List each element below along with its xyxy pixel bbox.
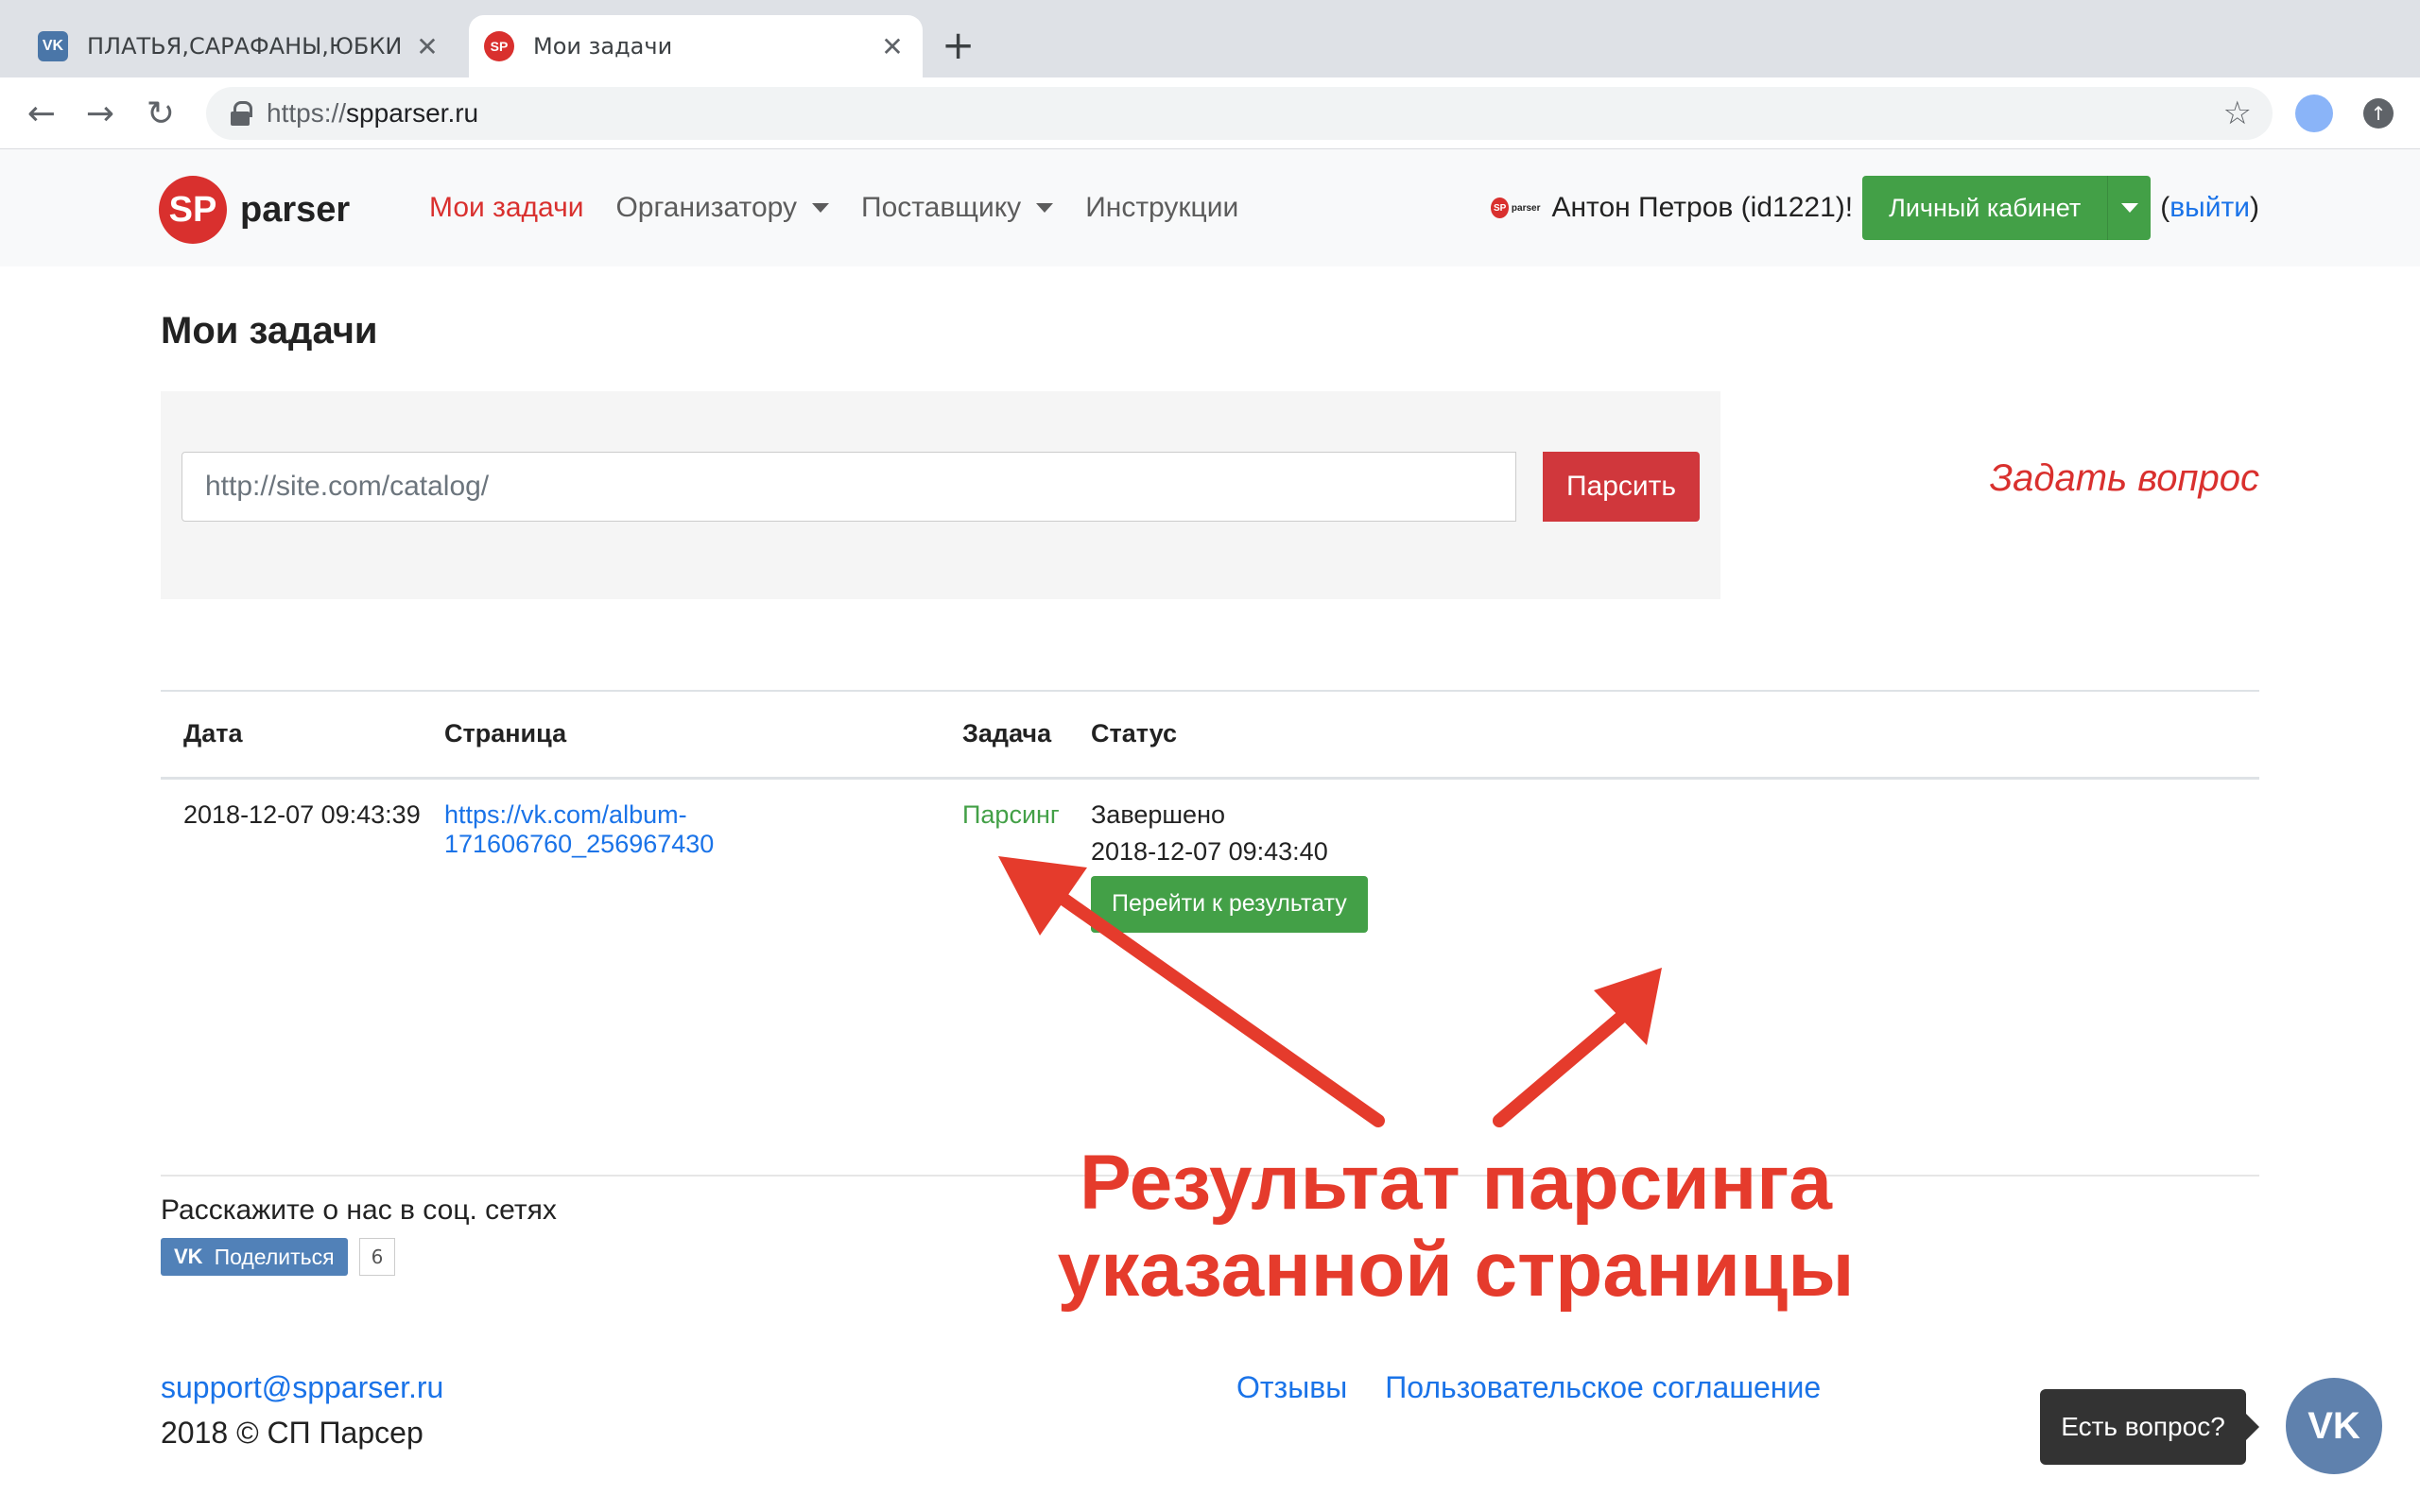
site-logo[interactable]: SP parser: [159, 176, 350, 244]
chevron-down-icon: [812, 203, 829, 213]
task-status-time: 2018-12-07 09:43:40: [1091, 836, 1328, 866]
back-icon[interactable]: ←: [19, 91, 64, 136]
chevron-down-icon: [2120, 203, 2138, 213]
update-icon[interactable]: ↑: [2363, 98, 2394, 129]
cabinet-button-group: Личный кабинет: [1862, 176, 2152, 240]
main-menu: Мои задачи Организатору Поставщику Инстр…: [429, 149, 1238, 266]
logout: (выйти): [2160, 192, 2259, 223]
site-navbar: SP parser Мои задачи Организатору Постав…: [0, 149, 2420, 266]
tasks-table: Дата Страница Задача Статус 2018-12-07 0…: [161, 690, 2259, 1061]
logo-badge: SP: [159, 176, 227, 244]
column-header-page: Страница: [422, 690, 940, 780]
new-tab-icon[interactable]: +: [942, 25, 975, 66]
user-greeting: Антон Петров (id1221)!: [1551, 192, 1854, 223]
share-count: 6: [358, 1238, 396, 1276]
vk-chat-icon[interactable]: VK: [2286, 1378, 2382, 1474]
annotation-caption: Результат парсинга указанной страницы: [1049, 1140, 1862, 1314]
menu-my-tasks[interactable]: Мои задачи: [429, 192, 583, 224]
star-icon[interactable]: ☆: [2223, 94, 2252, 132]
cabinet-dropdown-toggle[interactable]: [2107, 176, 2152, 240]
chat-tooltip[interactable]: Есть вопрос?: [2040, 1389, 2259, 1465]
lock-icon: [231, 101, 252, 126]
social-prompt: Расскажите о нас в соц. сетях: [161, 1194, 557, 1226]
cabinet-button[interactable]: Личный кабинет: [1862, 176, 2108, 240]
task-page-link[interactable]: https://vk.com/album-171606760_256967430: [444, 800, 714, 858]
parse-form: Парсить: [161, 391, 1720, 599]
close-icon[interactable]: ✕: [408, 31, 446, 62]
close-icon[interactable]: ✕: [873, 31, 911, 62]
vk-icon: VK: [38, 31, 68, 61]
user-agreement-link[interactable]: Пользовательское соглашение: [1385, 1370, 1821, 1405]
vk-share: VK Поделиться 6: [161, 1238, 396, 1276]
go-to-result-button[interactable]: Перейти к результату: [1091, 875, 1368, 933]
column-header-status: Статус: [1068, 690, 2259, 780]
url-text[interactable]: https://spparser.ru: [267, 98, 2223, 129]
menu-organizer[interactable]: Организатору: [615, 192, 829, 224]
tab-title: Мои задачи: [533, 33, 673, 60]
user-area: SP parser Антон Петров (id1221)! Личный к…: [1491, 149, 2259, 266]
menu-supplier[interactable]: Поставщику: [861, 192, 1054, 224]
column-header-task: Задача: [940, 690, 1068, 780]
copyright: 2018 © СП Парсер: [161, 1416, 424, 1450]
forward-icon[interactable]: →: [78, 91, 123, 136]
menu-instructions[interactable]: Инструкции: [1085, 192, 1238, 224]
catalog-url-input[interactable]: [182, 452, 1516, 522]
tab-title: ПЛАТЬЯ,САРАФАНЫ,ЮБКИ –: [87, 33, 408, 60]
column-header-date: Дата: [161, 690, 422, 780]
logout-link[interactable]: выйти: [2169, 192, 2250, 223]
browser-tab-active[interactable]: SP Мои задачи ✕: [469, 15, 923, 77]
logo-word: parser: [240, 189, 351, 230]
reload-icon[interactable]: ↻: [138, 91, 183, 136]
annotation-line-1: Результат парсинга: [1079, 1140, 1833, 1226]
support-email-link[interactable]: support@spparser.ru: [161, 1370, 443, 1405]
task-type: Парсинг: [962, 799, 1060, 829]
parse-button[interactable]: Парсить: [1543, 452, 1700, 522]
browser-toolbar: ← → ↻ https://spparser.ru ☆ ↑: [0, 77, 2420, 149]
task-status-cell: Завершено 2018-12-07 09:43:40 Перейти к …: [1068, 778, 2259, 1061]
vk-share-button[interactable]: VK Поделиться: [161, 1238, 348, 1276]
browser-tab-vk[interactable]: VK ПЛАТЬЯ,САРАФАНЫ,ЮБКИ – ✕: [23, 15, 458, 77]
page-title: Мои задачи: [161, 310, 378, 352]
reviews-link[interactable]: Отзывы: [1236, 1370, 1347, 1405]
mini-logo-icon: SP parser: [1491, 198, 1540, 218]
annotation-line-2: указанной страницы: [1057, 1227, 1855, 1313]
footer-links: Отзывы Пользовательское соглашение: [1236, 1370, 1821, 1405]
address-bar[interactable]: https://spparser.ru ☆: [206, 87, 2273, 140]
ask-question-link[interactable]: Задать вопрос: [1990, 457, 2259, 500]
chevron-down-icon: [1036, 203, 1054, 213]
task-date: 2018-12-07 09:43:39: [183, 799, 421, 829]
spparser-icon: SP: [484, 31, 514, 61]
table-row: 2018-12-07 09:43:39 https://vk.com/album…: [161, 778, 2259, 1061]
task-status: Завершено: [1091, 799, 1226, 829]
vk-icon: VK: [174, 1245, 203, 1268]
browser-tabstrip: VK ПЛАТЬЯ,САРАФАНЫ,ЮБКИ – ✕ SP Мои задач…: [0, 0, 2420, 77]
profile-avatar[interactable]: [2295, 94, 2333, 132]
